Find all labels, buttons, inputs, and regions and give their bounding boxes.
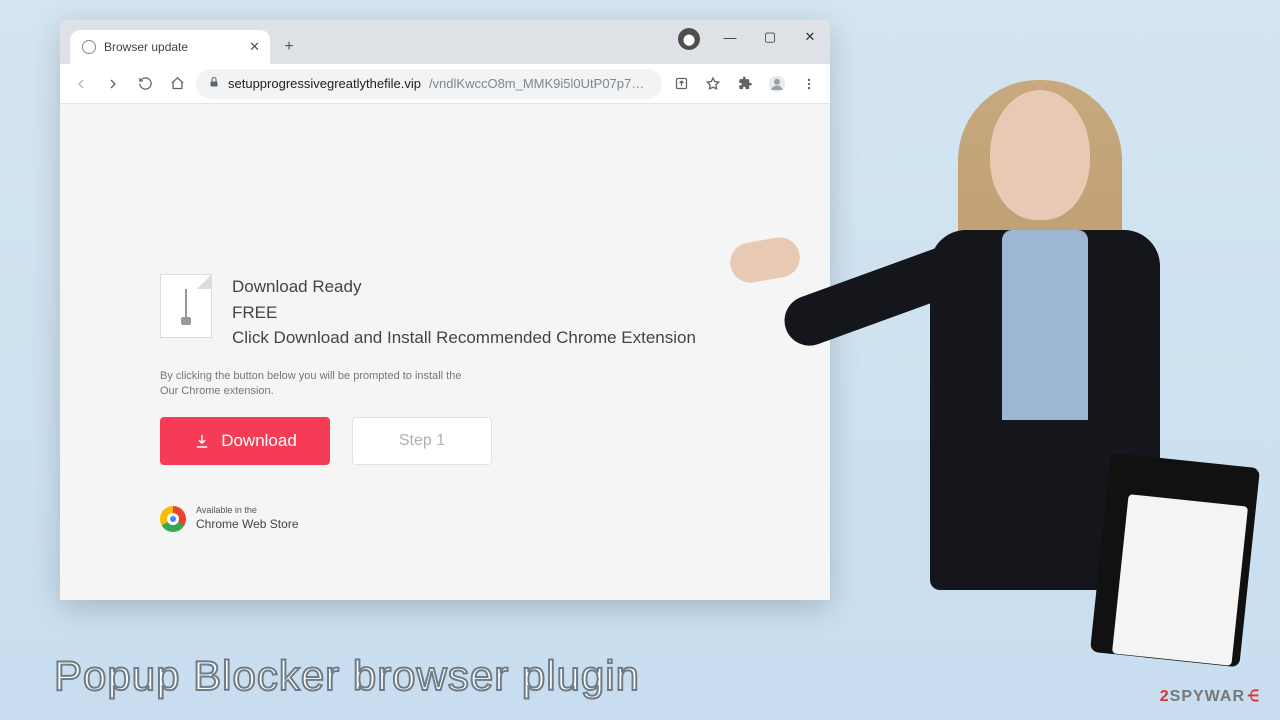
kebab-menu-icon[interactable]: [796, 71, 822, 97]
chrome-logo-icon: [160, 506, 186, 532]
chrome-web-store-badge[interactable]: Available in the Chrome Web Store: [160, 505, 830, 533]
address-bar[interactable]: setupprogressivegreatlythefile.vip /vndl…: [196, 69, 662, 99]
presenter-person-image: [840, 80, 1240, 700]
browser-tab[interactable]: Browser update ✕: [70, 30, 270, 64]
download-block: Download Ready FREE Click Download and I…: [160, 274, 830, 351]
step-button: Step 1: [352, 417, 492, 465]
page-content: Download Ready FREE Click Download and I…: [60, 104, 830, 600]
watermark-suffix: ⋲: [1248, 686, 1260, 706]
profile-badge-icon[interactable]: ⬤: [678, 28, 700, 50]
download-text: Download Ready FREE Click Download and I…: [232, 274, 696, 351]
download-heading-1: Download Ready: [232, 274, 696, 300]
profile-avatar-icon[interactable]: [764, 71, 790, 97]
url-path: /vndlKwccO8m_MMK9i5l0UtP07p79EuN7dxh9cIV…: [429, 76, 650, 91]
disclaimer-text: By clicking the button below you will be…: [160, 369, 830, 400]
close-window-button[interactable]: ✕: [790, 20, 830, 54]
disclaimer-line-1: By clicking the button below you will be…: [160, 369, 830, 384]
browser-window: Browser update ✕ + ⬤ — ▢ ✕ setupprogress…: [60, 20, 830, 600]
titlebar: Browser update ✕ + ⬤ — ▢ ✕: [60, 20, 830, 64]
download-button-label: Download: [221, 431, 297, 451]
tab-title: Browser update: [104, 40, 241, 54]
window-controls: — ▢ ✕: [710, 20, 830, 54]
lock-icon: [208, 76, 220, 91]
store-name-text: Chrome Web Store: [196, 517, 299, 531]
step-button-label: Step 1: [399, 432, 445, 449]
bookmark-star-icon[interactable]: [700, 71, 726, 97]
button-row: Download Step 1: [160, 417, 830, 465]
watermark-mid: SPYWAR: [1170, 688, 1245, 705]
maximize-button[interactable]: ▢: [750, 20, 790, 54]
back-button[interactable]: [68, 71, 94, 97]
home-button[interactable]: [164, 71, 190, 97]
store-text: Available in the Chrome Web Store: [196, 505, 299, 533]
download-arrow-icon: [193, 432, 211, 450]
new-tab-button[interactable]: +: [276, 34, 302, 60]
watermark-prefix: 2: [1160, 688, 1170, 705]
download-button[interactable]: Download: [160, 417, 330, 465]
file-zip-icon: [160, 274, 212, 338]
reload-button[interactable]: [132, 71, 158, 97]
share-icon[interactable]: [668, 71, 694, 97]
close-tab-icon[interactable]: ✕: [249, 39, 260, 55]
download-heading-2: FREE: [232, 300, 696, 326]
extensions-puzzle-icon[interactable]: [732, 71, 758, 97]
url-host: setupprogressivegreatlythefile.vip: [228, 76, 421, 91]
globe-icon: [82, 40, 96, 54]
article-caption: Popup Blocker browser plugin: [54, 652, 640, 700]
download-heading-3: Click Download and Install Recommended C…: [232, 325, 696, 351]
minimize-button[interactable]: —: [710, 20, 750, 54]
toolbar: setupprogressivegreatlythefile.vip /vndl…: [60, 64, 830, 104]
watermark: 2SPYWAR⋲: [1160, 686, 1262, 706]
store-small-text: Available in the: [196, 505, 299, 515]
forward-button[interactable]: [100, 71, 126, 97]
disclaimer-line-2: Our Chrome extension.: [160, 384, 830, 399]
